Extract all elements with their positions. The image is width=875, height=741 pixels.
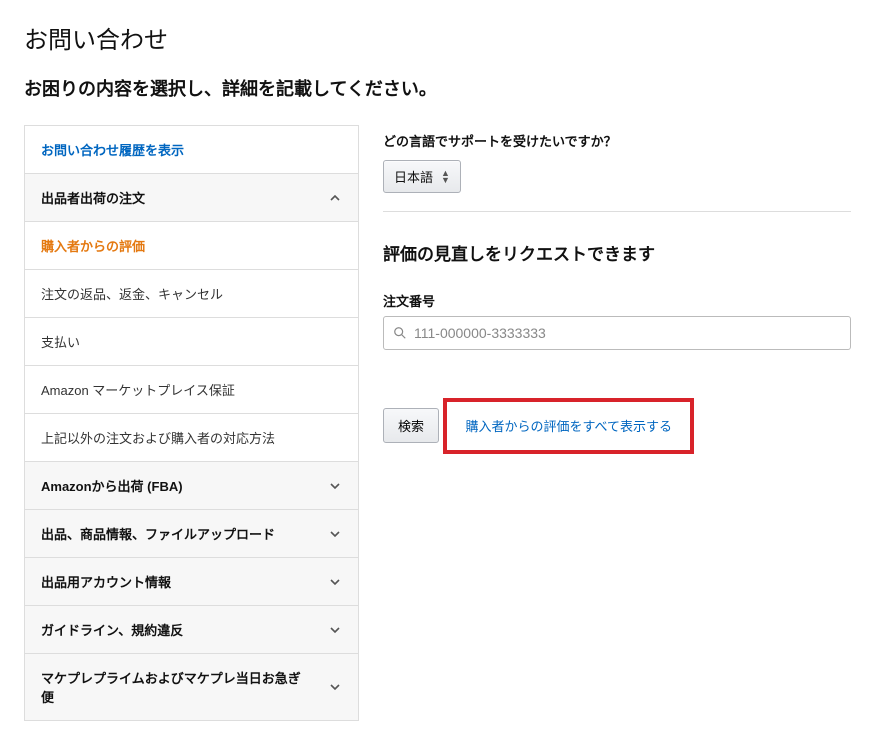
sidebar-section-label: 出品者出荷の注文 <box>41 188 145 207</box>
order-number-label: 注文番号 <box>383 291 851 310</box>
sidebar-section-account[interactable]: 出品用アカウント情報 <box>25 558 358 606</box>
sidebar-section-prime[interactable]: マケプレプライムおよびマケプレ当日お急ぎ便 <box>25 654 358 720</box>
chevron-down-icon <box>328 479 342 493</box>
sidebar-section-label: 出品用アカウント情報 <box>41 572 171 591</box>
sidebar-section-label: 出品、商品情報、ファイルアップロード <box>41 524 275 543</box>
section-title: 評価の見直しをリクエストできます <box>383 240 851 265</box>
chevron-down-icon <box>328 527 342 541</box>
page-title: お問い合わせ <box>24 20 851 55</box>
sidebar-item-payments[interactable]: 支払い <box>25 318 358 366</box>
language-row: どの言語でサポートを受けたいですか？ 日本語 ▲▼ <box>383 131 851 193</box>
chevron-down-icon <box>328 680 342 694</box>
sidebar-item-returns-refunds[interactable]: 注文の返品、返金、キャンセル <box>25 270 358 318</box>
order-number-input[interactable] <box>383 316 851 350</box>
layout: お問い合わせ履歴を表示 出品者出荷の注文 購入者からの評価 注文の返品、返金、キ… <box>24 125 851 721</box>
sidebar-section-listings[interactable]: 出品、商品情報、ファイルアップロード <box>25 510 358 558</box>
sidebar-section-label: マケプレプライムおよびマケプレ当日お急ぎ便 <box>41 668 301 706</box>
page-subtitle: お困りの内容を選択し、詳細を記載してください。 <box>24 75 851 101</box>
divider <box>383 211 851 212</box>
sidebar-section-fba[interactable]: Amazonから出荷 (FBA) <box>25 462 358 510</box>
view-history-link[interactable]: お問い合わせ履歴を表示 <box>25 126 358 174</box>
sidebar-section-seller-fulfilled[interactable]: 出品者出荷の注文 <box>25 174 358 222</box>
order-input-wrap <box>383 316 851 350</box>
view-all-feedback-link[interactable]: 購入者からの評価をすべて表示する <box>465 419 672 434</box>
sidebar-section-label: ガイドライン、規約違反 <box>41 620 183 639</box>
sidebar: お問い合わせ履歴を表示 出品者出荷の注文 購入者からの評価 注文の返品、返金、キ… <box>24 125 359 721</box>
sidebar-item-az-guarantee[interactable]: Amazon マーケットプレイス保証 <box>25 366 358 414</box>
select-arrows-icon: ▲▼ <box>441 170 450 184</box>
chevron-up-icon <box>328 191 342 205</box>
sidebar-section-policy[interactable]: ガイドライン、規約違反 <box>25 606 358 654</box>
highlight-box: 購入者からの評価をすべて表示する <box>443 398 694 454</box>
language-select[interactable]: 日本語 ▲▼ <box>383 160 461 193</box>
language-label: どの言語でサポートを受けたいですか？ <box>383 131 851 150</box>
language-value: 日本語 <box>394 167 433 186</box>
main-content: どの言語でサポートを受けたいですか？ 日本語 ▲▼ 評価の見直しをリクエストでき… <box>383 125 851 721</box>
sidebar-item-buyer-feedback[interactable]: 購入者からの評価 <box>25 222 358 270</box>
search-button[interactable]: 検索 <box>383 408 439 443</box>
chevron-down-icon <box>328 575 342 589</box>
chevron-down-icon <box>328 623 342 637</box>
sidebar-section-label: Amazonから出荷 (FBA) <box>41 476 183 495</box>
sidebar-item-other-order-issues[interactable]: 上記以外の注文および購入者の対応方法 <box>25 414 358 462</box>
